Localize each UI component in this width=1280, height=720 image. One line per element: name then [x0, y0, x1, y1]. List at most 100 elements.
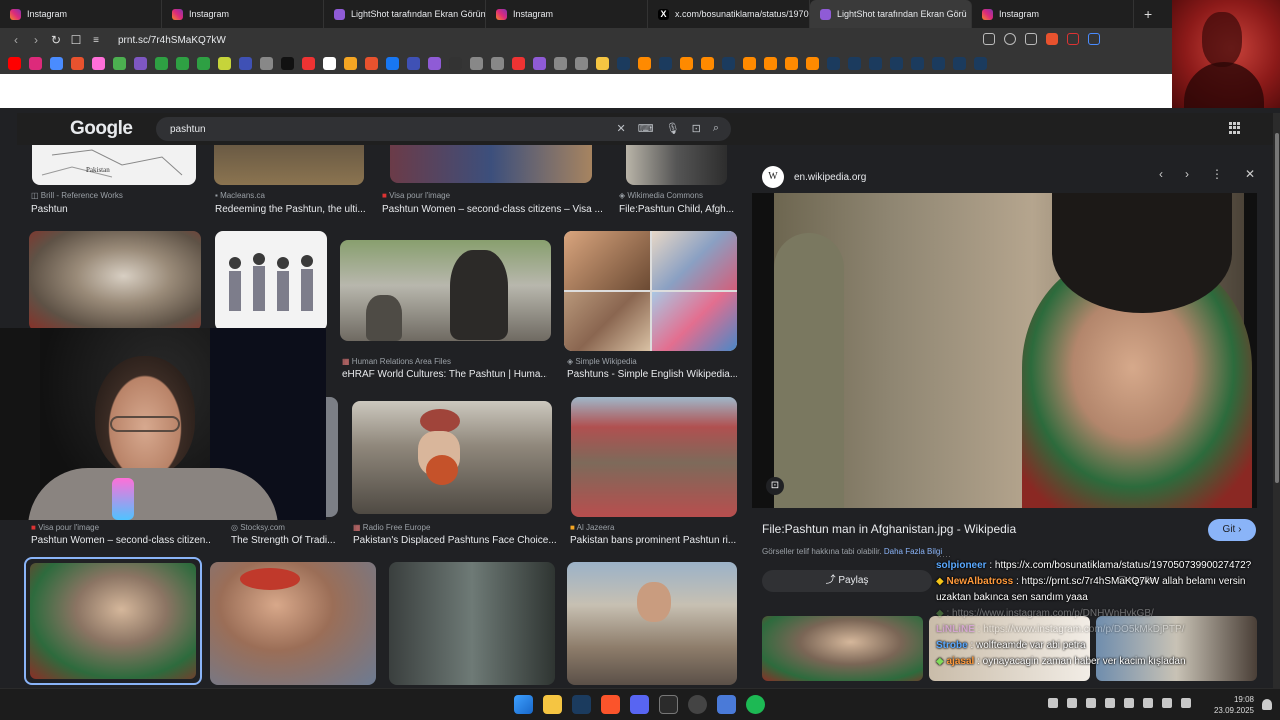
bookmark-favicon-icon[interactable] [470, 56, 483, 70]
network-icon[interactable] [1162, 698, 1172, 708]
previous-icon[interactable]: ‹ [1159, 167, 1163, 181]
shield-icon[interactable] [1086, 698, 1096, 708]
result-title[interactable]: Pashtuns - Simple English Wikipedia... [567, 369, 737, 380]
image-thumb[interactable] [215, 231, 327, 331]
image-thumb[interactable] [210, 562, 376, 685]
bookmark-favicon-icon[interactable] [365, 56, 378, 70]
bookmark-favicon-icon[interactable] [764, 56, 777, 70]
bookmark-favicon-icon[interactable] [617, 56, 630, 70]
bookmark-favicon-icon[interactable] [827, 56, 840, 70]
obs-icon[interactable] [659, 695, 678, 714]
bookmark-favicon-icon[interactable] [659, 56, 672, 70]
bookmark-favicon-icon[interactable] [323, 56, 336, 70]
preview-title[interactable]: File:Pashtun man in Afghanistan.jpg - Wi… [762, 522, 1016, 536]
bookmark-favicon-icon[interactable] [344, 56, 357, 70]
bookmark-favicon-icon[interactable] [932, 56, 945, 70]
learn-more-link[interactable]: Daha Fazla Bilgi [884, 547, 942, 556]
clock[interactable]: 19:08 23.09.2025 [1214, 694, 1254, 716]
bookmark-favicon-icon[interactable] [533, 56, 546, 70]
image-thumb-selected[interactable] [24, 557, 202, 685]
bookmark-icon[interactable]: ☐ [66, 33, 86, 47]
battery-icon[interactable] [1067, 698, 1077, 708]
bookmark-favicon-icon[interactable] [806, 56, 819, 70]
bookmark-favicon-icon[interactable] [953, 56, 966, 70]
bookmark-favicon-icon[interactable] [197, 56, 210, 70]
steam-tray-icon[interactable] [1124, 698, 1134, 708]
bookmark-favicon-icon[interactable] [92, 56, 105, 70]
bookmark-favicon-icon[interactable] [785, 56, 798, 70]
steam-icon[interactable] [572, 695, 591, 714]
result-title[interactable]: Pashtun Women – second-class citizens – … [382, 204, 602, 215]
image-thumb[interactable] [390, 145, 592, 183]
scrollbar[interactable] [1273, 113, 1280, 688]
image-thumb[interactable] [340, 240, 551, 341]
image-thumb[interactable] [626, 145, 727, 185]
spotify-icon[interactable] [746, 695, 765, 714]
bookmark-favicon-icon[interactable] [701, 56, 714, 70]
search-icon[interactable]: ⌕ [713, 122, 719, 135]
image-thumb[interactable] [571, 397, 737, 517]
reload-icon[interactable]: ↻ [46, 33, 66, 47]
bookmark-favicon-icon[interactable] [575, 56, 588, 70]
result-title[interactable]: The Strength Of Tradi... [231, 535, 336, 546]
image-thumb[interactable] [214, 145, 364, 185]
tab-instagram-2[interactable]: Instagram [162, 0, 324, 28]
result-title[interactable]: Pakistan's Displaced Pashtuns Face Choic… [353, 535, 558, 546]
url-field[interactable]: prnt.sc/7r4hSMaKQ7kW [118, 35, 226, 46]
extension-icon[interactable] [1067, 33, 1079, 45]
image-thumb[interactable] [352, 401, 552, 514]
close-preview-icon[interactable]: ✕ [1245, 167, 1255, 181]
bookmark-favicon-icon[interactable] [512, 56, 525, 70]
tab-instagram-3[interactable]: Instagram [486, 0, 648, 28]
lens-icon[interactable]: ⊡ [692, 122, 701, 135]
bookmark-favicon-icon[interactable] [449, 56, 462, 70]
bookmark-favicon-icon[interactable] [638, 56, 651, 70]
scroll-thumb[interactable] [1274, 133, 1279, 483]
bookmark-favicon-icon[interactable] [239, 56, 252, 70]
image-thumb[interactable]: Pakistan [32, 145, 196, 185]
result-title[interactable]: Pashtun Women – second-class citizen... [31, 535, 211, 546]
extension-icon[interactable] [1088, 33, 1100, 45]
result-title[interactable]: eHRAF World Cultures: The Pashtun | Huma… [342, 369, 547, 380]
preview-site[interactable]: W en.wikipedia.org [762, 166, 866, 188]
clear-icon[interactable]: ✕ [617, 122, 626, 135]
bookmark-favicon-icon[interactable] [302, 56, 315, 70]
result-title[interactable]: File:Pashtun Child, Afgh... [619, 204, 734, 215]
next-icon[interactable]: › [1185, 167, 1189, 181]
file-explorer-icon[interactable] [543, 695, 562, 714]
bookmark-favicon-icon[interactable] [176, 56, 189, 70]
tab-lightshot-1[interactable]: LightShot tarafından Ekran Görüntü [324, 0, 486, 28]
tab-instagram-1[interactable]: Instagram [0, 0, 162, 28]
brave-icon[interactable] [601, 695, 620, 714]
image-thumb[interactable] [326, 397, 338, 517]
cast-icon[interactable] [983, 33, 995, 45]
back-icon[interactable]: ‹ [6, 33, 26, 47]
share-icon[interactable] [1025, 33, 1037, 45]
share-button[interactable]: ⤴ Paylaş [762, 570, 932, 592]
microphone-tray-icon[interactable] [1143, 698, 1153, 708]
bookmark-favicon-icon[interactable] [491, 56, 504, 70]
tab-instagram-4[interactable]: Instagram [972, 0, 1134, 28]
bookmark-favicon-icon[interactable] [869, 56, 882, 70]
image-thumb[interactable] [564, 231, 737, 351]
search-box[interactable]: ✕ ⌨ 🎙 ⊡ ⌕ [156, 117, 731, 141]
windows-start-icon[interactable] [514, 695, 533, 714]
more-options-icon[interactable]: ⋮ [1211, 167, 1223, 181]
bookmark-favicon-icon[interactable] [71, 56, 84, 70]
new-tab-button[interactable]: + [1134, 6, 1162, 22]
microphone-icon[interactable]: 🎙 [666, 122, 680, 135]
result-title[interactable]: Redeeming the Pashtun, the ulti... [215, 204, 365, 215]
bookmark-favicon-icon[interactable] [29, 56, 42, 70]
notification-icon[interactable] [1262, 699, 1272, 710]
bookmark-favicon-icon[interactable] [428, 56, 441, 70]
brave-shield-icon[interactable] [1046, 33, 1058, 45]
image-thumb[interactable] [389, 562, 555, 685]
bookmark-favicon-icon[interactable] [50, 56, 63, 70]
forward-icon[interactable]: › [26, 33, 46, 47]
discord-icon[interactable] [630, 695, 649, 714]
result-title[interactable]: Pashtun [31, 204, 201, 215]
lens-search-icon[interactable]: ⊡ [766, 477, 784, 495]
bookmark-favicon-icon[interactable] [386, 56, 399, 70]
bookmark-favicon-icon[interactable] [680, 56, 693, 70]
bookmark-favicon-icon[interactable] [911, 56, 924, 70]
